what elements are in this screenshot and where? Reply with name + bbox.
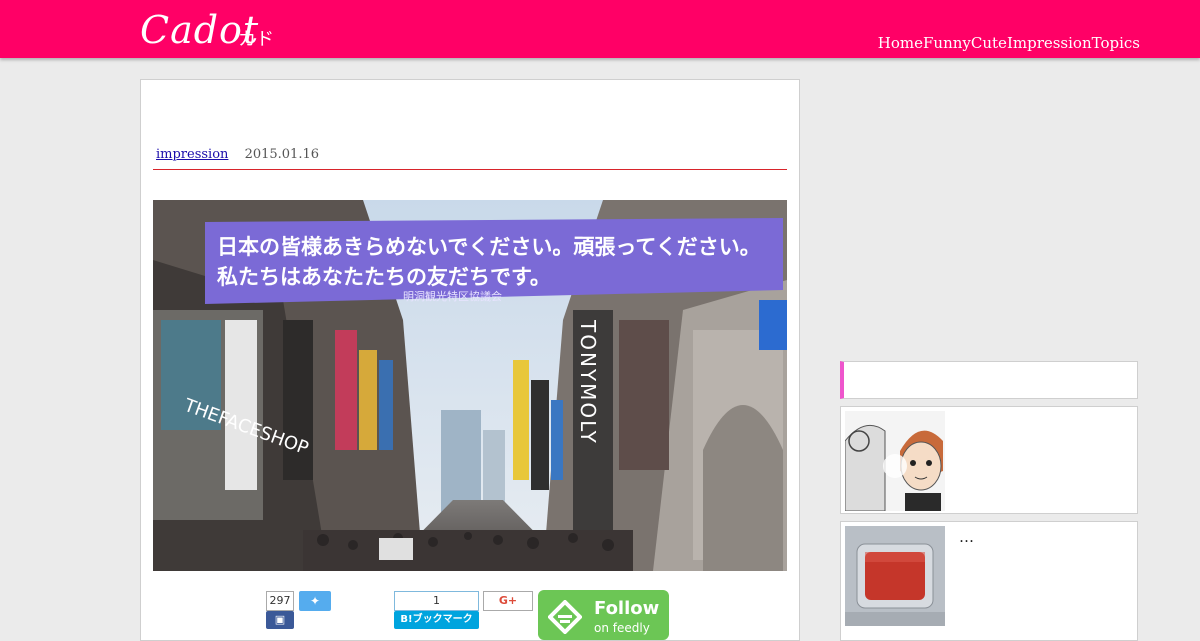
street-photo-illustration: THEFACESHOP TONYMOLY 日本の皆様あきらめないでください。頑張…: [153, 200, 787, 571]
site-logo-kana: カド: [238, 29, 274, 50]
hatena-bookmark-button[interactable]: B!ブックマーク: [394, 611, 479, 629]
sidebar-card[interactable]: [840, 406, 1138, 514]
article-photo: THEFACESHOP TONYMOLY 日本の皆様あきらめないでください。頑張…: [153, 200, 787, 571]
category-link[interactable]: impression: [156, 147, 228, 162]
nav-impression[interactable]: Impression: [1007, 33, 1092, 53]
twitter-share-button[interactable]: ✦: [299, 591, 331, 611]
feedly-sub-label: on feedly: [594, 621, 650, 635]
hatena-count: 1: [394, 591, 479, 611]
nav-topics[interactable]: Topics: [1092, 33, 1140, 53]
facebook-icon: ▣: [274, 613, 286, 626]
site-header: Cadot カド Home Funny Cute Impression Topi…: [0, 0, 1200, 58]
banner-line-2: 私たちはあなたたちの友だちです。: [217, 265, 551, 289]
nav-home[interactable]: Home: [878, 33, 923, 53]
stamp-pad-thumbnail-illustration: [845, 526, 945, 626]
sign-tonymoly: TONYMOLY: [576, 319, 600, 445]
banner-small: 明洞観光特区協議会: [403, 289, 502, 303]
card-title[interactable]: …: [959, 528, 974, 546]
sidebar-section-header: [840, 361, 1138, 399]
main-nav: Home Funny Cute Impression Topics: [878, 33, 1140, 53]
nav-funny[interactable]: Funny: [923, 33, 971, 53]
meta-divider: [153, 169, 787, 170]
card-thumbnail: [845, 411, 945, 511]
article-card: impression 2015.01.16 THEFACESHOP TONYMO…: [140, 79, 800, 641]
share-bar: 297 ▣ ✦ 1 B!ブックマーク G+ Follow on feedly: [141, 590, 799, 640]
nav-cute[interactable]: Cute: [971, 33, 1007, 53]
feedly-icon: [548, 600, 582, 634]
facebook-count: 297: [266, 591, 294, 611]
feedly-follow-label: Follow: [594, 598, 660, 619]
gplus-button[interactable]: G+: [483, 591, 533, 611]
article-meta: impression 2015.01.16: [156, 146, 319, 164]
twitter-icon: ✦: [309, 594, 321, 608]
facebook-share-button[interactable]: ▣: [266, 611, 294, 629]
manga-thumbnail-illustration: [845, 411, 945, 511]
post-date: 2015.01.16: [244, 147, 319, 162]
feedly-follow-button[interactable]: Follow on feedly: [538, 590, 669, 640]
card-thumbnail: [845, 526, 945, 626]
banner-line-1: 日本の皆様あきらめないでください。頑張ってください。: [217, 235, 761, 259]
sidebar-card[interactable]: …: [840, 521, 1138, 641]
